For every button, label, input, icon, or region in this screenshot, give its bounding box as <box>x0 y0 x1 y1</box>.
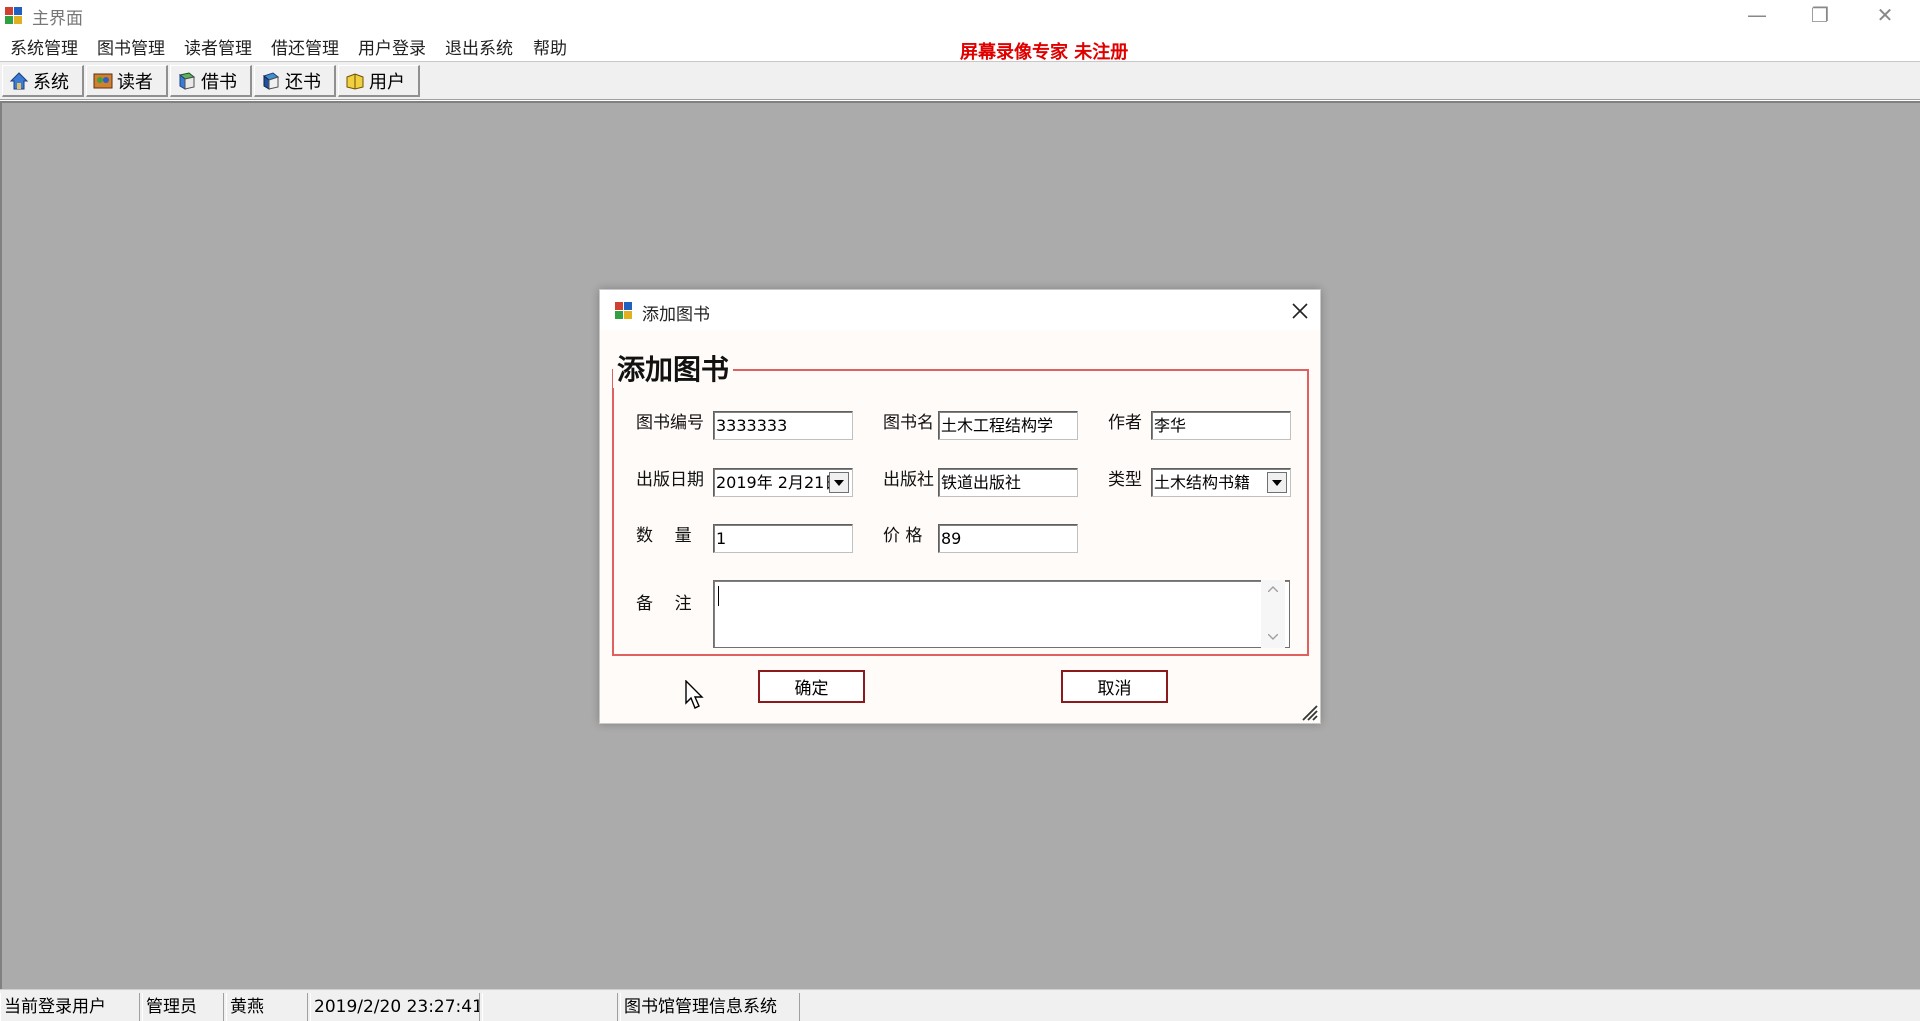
book-id-label: 图书编号 <box>636 413 704 433</box>
book-id-input[interactable]: 3333333 <box>713 411 853 440</box>
dialog-app-icon <box>615 302 632 319</box>
dialog-title: 添加图书 <box>642 305 710 325</box>
confirm-button[interactable]: 确定 <box>758 670 865 703</box>
status-empty-cell <box>482 993 618 1021</box>
status-user-name: 黄燕 <box>226 993 308 1021</box>
status-datetime: 2019/2/20 23:27:41 <box>310 993 480 1021</box>
category-value: 土木结构书籍 <box>1154 473 1251 492</box>
menu-reader-management[interactable]: 读者管理 <box>184 34 252 59</box>
close-button[interactable]: ✕ <box>1855 0 1915 30</box>
author-label: 作者 <box>1108 413 1142 433</box>
price-input[interactable]: 89 <box>938 524 1078 553</box>
pub-date-value: 2019年 2月21日 <box>716 473 841 492</box>
add-book-dialog: 添加图书 添加图书 图书编号 3333333 图书名 土木工程结构学 作者 李华… <box>599 289 1321 724</box>
title-bar: 主界面 — ❐ ✕ <box>0 0 1920 30</box>
status-system-name: 图书馆管理信息系统 <box>620 993 800 1021</box>
borrow-book-icon <box>178 71 196 90</box>
user-icon <box>346 72 364 90</box>
chevron-down-icon <box>1272 479 1282 486</box>
publisher-input[interactable]: 铁道出版社 <box>938 468 1078 497</box>
dialog-title-bar: 添加图书 <box>600 290 1320 330</box>
author-input[interactable]: 李华 <box>1151 411 1291 440</box>
book-name-label: 图书名 <box>883 413 934 433</box>
toolbar-return-button[interactable]: 还书 <box>254 65 336 97</box>
app-icon <box>5 7 22 24</box>
menu-book-management[interactable]: 图书管理 <box>97 34 165 59</box>
scroll-up-icon <box>1268 586 1278 592</box>
restore-icon: ❐ <box>1811 3 1829 27</box>
readers-icon <box>93 73 113 88</box>
cancel-button[interactable]: 取消 <box>1061 670 1168 703</box>
status-current-user-label: 当前登录用户 <box>0 993 140 1021</box>
minimize-button[interactable]: — <box>1727 0 1787 30</box>
category-combobox[interactable]: 土木结构书籍 <box>1151 468 1291 497</box>
quantity-label: 数 量 <box>636 526 692 546</box>
text-caret <box>718 586 719 606</box>
category-label: 类型 <box>1108 470 1142 490</box>
menu-exit-system[interactable]: 退出系统 <box>445 34 513 59</box>
menu-user-login[interactable]: 用户登录 <box>358 34 426 59</box>
book-name-input[interactable]: 土木工程结构学 <box>938 411 1078 440</box>
minimize-icon: — <box>1747 3 1767 27</box>
toolbar-borrow-button[interactable]: 借书 <box>170 65 252 97</box>
group-title: 添加图书 <box>613 348 734 388</box>
dialog-close-button[interactable] <box>1284 295 1316 327</box>
toolbar-readers-button[interactable]: 读者 <box>86 65 168 97</box>
chevron-down-icon <box>834 479 844 486</box>
category-dropdown-button[interactable] <box>1267 472 1287 493</box>
status-bar: 当前登录用户 管理员 黄燕 2019/2/20 23:27:41 图书馆管理信息… <box>0 989 1920 1021</box>
close-icon <box>1292 303 1308 319</box>
price-label: 价 格 <box>883 526 923 546</box>
publisher-label: 出版社 <box>883 470 934 490</box>
toolbar-system-button[interactable]: 系统 <box>2 65 84 97</box>
maximize-button[interactable]: ❐ <box>1790 0 1850 30</box>
notes-label: 备 注 <box>636 594 692 614</box>
close-icon: ✕ <box>1876 3 1894 27</box>
home-icon <box>9 71 29 89</box>
quantity-input[interactable]: 1 <box>713 524 853 553</box>
mouse-cursor-icon <box>685 680 704 709</box>
toolbar: 系统 读者 借书 还书 用户 <box>0 61 1920 100</box>
notes-textarea[interactable] <box>713 580 1290 648</box>
status-role: 管理员 <box>142 993 224 1021</box>
notes-scrollbar[interactable] <box>1261 580 1285 648</box>
menu-system-management[interactable]: 系统管理 <box>10 34 78 59</box>
scroll-down-icon <box>1268 634 1278 640</box>
main-window: 主界面 — ❐ ✕ 系统管理 图书管理 读者管理 借还管理 用户登录 退出系统 … <box>0 0 1920 1021</box>
pub-date-label: 出版日期 <box>636 470 704 490</box>
menu-borrow-return[interactable]: 借还管理 <box>271 34 339 59</box>
pub-date-picker[interactable]: 2019年 2月21日 <box>713 468 853 497</box>
toolbar-user-button[interactable]: 用户 <box>338 65 420 97</box>
resize-grip-icon[interactable] <box>1300 703 1318 721</box>
menu-help[interactable]: 帮助 <box>533 34 567 59</box>
pub-date-dropdown-button[interactable] <box>829 472 849 493</box>
window-title: 主界面 <box>32 9 83 29</box>
return-book-icon <box>262 71 280 90</box>
